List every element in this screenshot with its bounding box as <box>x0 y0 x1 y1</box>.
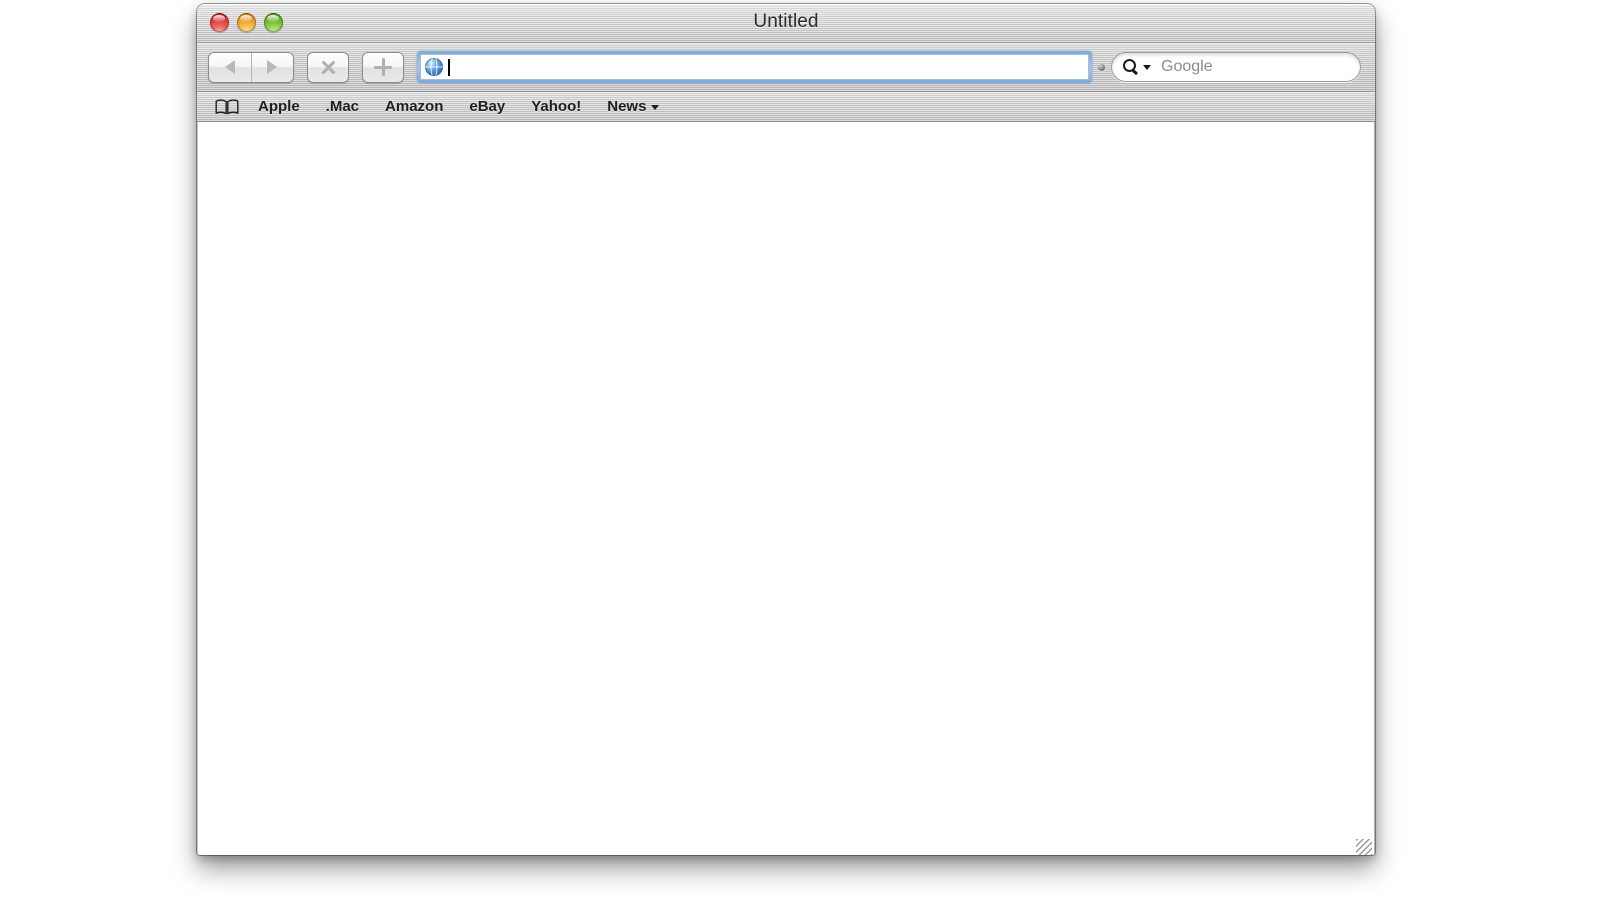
chevron-down-icon[interactable] <box>1143 64 1151 70</box>
bookmark-item-amazon[interactable]: Amazon <box>372 98 456 115</box>
forward-button[interactable] <box>250 52 294 82</box>
bookmark-label: Amazon <box>385 98 444 115</box>
globe-icon <box>425 58 443 76</box>
close-button[interactable] <box>210 13 229 32</box>
page-content-area[interactable] <box>197 122 1375 855</box>
navigation-segmented-control <box>208 51 294 83</box>
arrow-left-icon <box>224 60 235 74</box>
bookmark-label: Yahoo! <box>531 98 582 115</box>
bookmark-label: Apple <box>258 98 300 115</box>
add-bookmark-button[interactable] <box>362 51 404 83</box>
bookmark-item-yahoo[interactable]: Yahoo! <box>518 98 594 115</box>
bookmark-item-news[interactable]: News <box>594 98 672 115</box>
bookmark-item-apple[interactable]: Apple <box>245 98 313 115</box>
bookmark-label: .Mac <box>325 98 360 115</box>
browser-window: Untitled Google Apple .Mac Amazon eBay Y… <box>197 4 1375 855</box>
screen: Untitled Google Apple .Mac Amazon eBay Y… <box>0 0 1600 900</box>
zoom-button[interactable] <box>264 13 283 32</box>
toolbar-overflow-dot[interactable] <box>1098 63 1105 71</box>
book-icon[interactable] <box>215 98 239 115</box>
stop-button[interactable] <box>307 51 349 83</box>
back-button[interactable] <box>209 53 251 82</box>
window-title: Untitled <box>753 11 819 32</box>
resize-grip[interactable] <box>1356 839 1372 855</box>
window-controls <box>210 13 283 32</box>
search-placeholder: Google <box>1161 58 1213 75</box>
address-field-focus-ring <box>417 51 1092 83</box>
bookmark-label: News <box>607 98 647 115</box>
minimize-button[interactable] <box>237 13 256 32</box>
plus-icon <box>374 58 392 76</box>
window-title-bar[interactable]: Untitled <box>197 4 1375 43</box>
address-input[interactable] <box>420 54 1089 80</box>
bookmark-label: eBay <box>469 98 506 115</box>
chevron-down-icon <box>651 105 660 110</box>
browser-toolbar: Google <box>197 43 1375 92</box>
search-input[interactable]: Google <box>1111 52 1361 82</box>
close-x-icon <box>320 59 337 76</box>
bookmarks-bar: Apple .Mac Amazon eBay Yahoo! News <box>197 92 1375 122</box>
arrow-right-icon <box>267 60 278 74</box>
text-caret <box>448 58 450 76</box>
search-icon <box>1123 59 1139 76</box>
bookmark-item-dotmac[interactable]: .Mac <box>313 98 372 115</box>
bookmark-item-ebay[interactable]: eBay <box>456 98 518 115</box>
